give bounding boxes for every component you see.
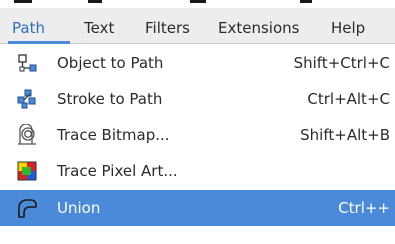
menubar: Path Text Filters Extensions Help — [0, 8, 395, 44]
menu-filters[interactable]: Filters — [145, 17, 190, 39]
menu-extensions[interactable]: Extensions — [218, 17, 299, 39]
menu-item-label: Object to Path — [57, 54, 164, 72]
menu-item-label: Union — [57, 199, 101, 217]
menu-item-object-to-path[interactable]: Object to Path Shift+Ctrl+C — [0, 45, 395, 81]
menu-item-shortcut: Ctrl++ — [338, 199, 390, 217]
menu-item-trace-pixel-art[interactable]: Trace Pixel Art... — [0, 153, 395, 189]
path-menu-dropdown: Object to Path Shift+Ctrl+C Stroke to Pa… — [0, 45, 395, 244]
menu-item-label: Trace Pixel Art... — [57, 162, 178, 180]
menu-item-label: Trace Bitmap... — [57, 126, 170, 144]
trace-bitmap-icon — [16, 123, 38, 146]
stroke-to-path-icon — [16, 88, 38, 110]
top-edge-fragment — [0, 0, 395, 8]
menu-item-shortcut: Ctrl+Alt+C — [307, 90, 390, 108]
union-icon — [16, 197, 38, 219]
edge-mark — [88, 0, 102, 3]
edge-mark — [190, 0, 206, 3]
active-menu-underline — [8, 41, 70, 44]
edge-mark — [14, 0, 32, 3]
object-to-path-icon — [16, 52, 38, 74]
menu-help[interactable]: Help — [331, 17, 365, 39]
menu-item-stroke-to-path[interactable]: Stroke to Path Ctrl+Alt+C — [0, 81, 395, 117]
menu-item-union[interactable]: Union Ctrl++ — [0, 190, 395, 226]
edge-mark — [300, 0, 312, 3]
menu-path[interactable]: Path — [12, 17, 45, 39]
menu-item-label: Stroke to Path — [57, 90, 163, 108]
trace-pixel-art-icon — [16, 160, 38, 182]
menu-item-trace-bitmap[interactable]: Trace Bitmap... Shift+Alt+B — [0, 117, 395, 153]
menu-item-shortcut: Shift+Ctrl+C — [293, 54, 390, 72]
menu-item-shortcut: Shift+Alt+B — [300, 126, 390, 144]
menu-text[interactable]: Text — [84, 17, 114, 39]
